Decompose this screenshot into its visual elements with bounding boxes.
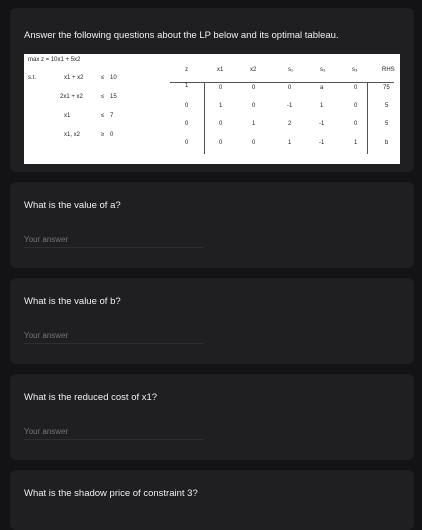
cell-r0-s2: a: [320, 85, 324, 91]
constraint-3-lhs: x1: [64, 113, 71, 119]
constraint-2-op: ≤: [101, 94, 105, 100]
cell-r1-x2: 0: [252, 103, 256, 109]
question-card-a: What is the value of a?: [10, 182, 414, 268]
header-z: z: [185, 67, 188, 73]
answer-input-reduced-cost[interactable]: [24, 424, 204, 438]
tableau-rhs-separator: [367, 82, 368, 154]
cell-r1-x1: 1: [219, 103, 223, 109]
header-x1: x1: [217, 67, 224, 73]
cell-r1-s1: -1: [287, 103, 293, 109]
cell-r2-s1: 2: [288, 121, 292, 127]
cell-r2-rhs: 5: [385, 121, 389, 127]
header-s1: s₁: [288, 67, 294, 73]
cell-r3-x2: 0: [252, 140, 256, 146]
answer-input-b[interactable]: [24, 328, 204, 342]
cell-r3-rhs: b: [385, 140, 389, 146]
intro-card: Answer the following questions about the…: [10, 8, 414, 172]
answer-input-a[interactable]: [24, 232, 204, 246]
cell-r3-s3: 1: [354, 140, 358, 146]
lp-st-label: s.t.: [28, 75, 37, 81]
cell-r2-x1: 0: [219, 121, 223, 127]
cell-r2-x2: 1: [252, 121, 256, 127]
cell-r1-s2: 1: [320, 103, 324, 109]
cell-r3-s2: -1: [319, 140, 325, 146]
header-rhs: RHS: [382, 67, 395, 73]
question-card-shadow-price: What is the shadow price of constraint 3…: [10, 470, 414, 530]
cell-r0-z: 1: [185, 83, 189, 89]
cell-r3-x1: 0: [219, 140, 223, 146]
cell-r2-s3: 0: [354, 121, 358, 127]
cell-r1-rhs: 5: [385, 103, 389, 109]
constraint-1-op: ≤: [101, 75, 105, 81]
constraint-2-lhs: 2x1 + x2: [60, 94, 83, 100]
question-card-reduced-cost: What is the reduced cost of x1?: [10, 374, 414, 460]
cell-r0-s1: 0: [288, 85, 292, 91]
answer-underline: [24, 343, 204, 344]
answer-underline: [24, 247, 204, 248]
question-label: What is the reduced cost of x1?: [24, 392, 158, 403]
intro-text: Answer the following questions about the…: [24, 30, 339, 41]
question-label: What is the value of a?: [24, 200, 121, 211]
cell-r3-z: 0: [185, 140, 189, 146]
constraint-4-op: ≥: [101, 132, 105, 138]
cell-r2-z: 0: [185, 121, 189, 127]
header-x2: x2: [250, 67, 257, 73]
constraint-4-rhs: 0: [110, 132, 114, 138]
cell-r0-x1: 0: [219, 85, 223, 91]
cell-r3-s1: 1: [288, 140, 292, 146]
constraint-3-rhs: 7: [110, 113, 114, 119]
constraint-1-rhs: 10: [110, 75, 117, 81]
question-card-b: What is the value of b?: [10, 278, 414, 364]
cell-r1-s3: 0: [354, 103, 358, 109]
cell-r2-s2: -1: [319, 121, 325, 127]
header-s2: s₂: [320, 67, 326, 73]
lp-tableau-image: max z = 10x1 + 5x2 s.t. x1 + x2 ≤ 10 2x1…: [24, 54, 400, 164]
cell-r0-s3: 0: [354, 85, 358, 91]
cell-r0-rhs: 75: [383, 85, 390, 91]
header-s3: s₃: [352, 67, 358, 73]
constraint-3-op: ≤: [101, 113, 105, 119]
answer-underline: [24, 439, 204, 440]
question-label: What is the value of b?: [24, 296, 121, 307]
tableau-z-separator: [204, 82, 205, 154]
cell-r0-x2: 0: [252, 85, 256, 91]
constraint-1-lhs: x1 + x2: [64, 75, 84, 81]
lp-objective: max z = 10x1 + 5x2: [28, 57, 81, 63]
question-label: What is the shadow price of constraint 3…: [24, 488, 198, 499]
constraint-2-rhs: 15: [110, 94, 117, 100]
cell-r1-z: 0: [185, 103, 189, 109]
constraint-4-lhs: x1, x2: [64, 132, 81, 138]
